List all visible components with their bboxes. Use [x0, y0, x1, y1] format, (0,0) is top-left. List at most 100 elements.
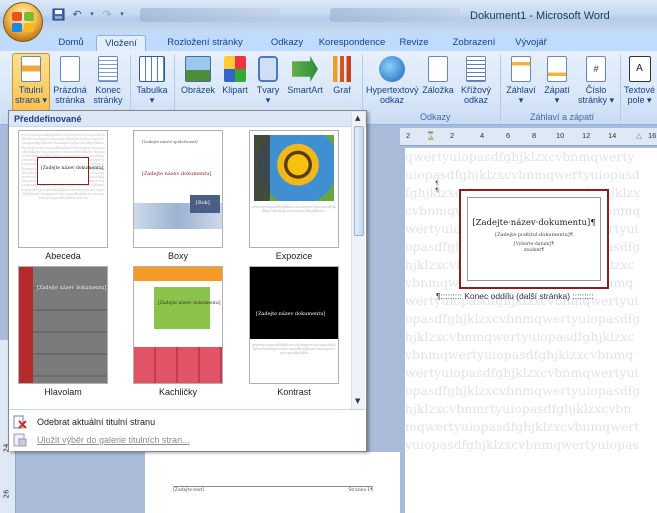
page-text-line: mqwertyuiopasdfghjklzxcvbnmqwert: [405, 419, 640, 434]
footer-button[interactable]: Zápatí ▾: [540, 53, 574, 105]
gallery-item-boxy[interactable]: [Zadejte název společnosti] [Zadejte náz…: [129, 130, 227, 261]
group-separator: [500, 55, 501, 121]
thumbnail-tiles: [134, 347, 222, 383]
table-button[interactable]: Tabulka ▾: [134, 53, 170, 105]
gallery-item-kachlicky[interactable]: [Zadejte název dokumentu] Kachličky: [129, 266, 227, 397]
gallery-item-abeceda[interactable]: qwertyuiopasdfghjklzxcvbnmqwertyuiopasdf…: [14, 130, 112, 261]
gallery-footer: Odebrat aktuální titulní stranu Uložit v…: [9, 409, 366, 451]
header-button[interactable]: Záhlaví ▾: [503, 53, 539, 105]
picture-label: Obrázek: [180, 85, 215, 95]
redo-icon[interactable]: ↷: [99, 6, 115, 22]
blank-page-label-2: stránka: [55, 95, 85, 105]
thumbnail-year: [Rok]: [196, 200, 210, 206]
bookmark-button[interactable]: Záložka: [420, 53, 456, 95]
footer-label-2: ▾: [554, 95, 560, 105]
clipart-label: Klipart: [222, 85, 248, 95]
office-logo-icon: [12, 12, 34, 32]
chart-icon: [331, 56, 353, 82]
tab-review[interactable]: Revize: [394, 35, 434, 51]
text-box-label-2: pole ▾: [627, 95, 652, 105]
page-number-button[interactable]: # Číslo stránky ▾: [576, 53, 616, 105]
thumbnail-title: [Zadejte název dokumentu]: [158, 301, 221, 306]
gallery-item-kontrast[interactable]: [Zadejte název dokumentu] qwertyuiopasdf…: [245, 266, 343, 397]
ruler-right-indent-icon[interactable]: △: [636, 131, 642, 140]
blank-page-button[interactable]: Prázdná stránka: [52, 53, 88, 105]
hyperlink-button[interactable]: Hypertextový odkaz: [366, 53, 419, 105]
thumbnail-title: [Zadejte název dokumentu]: [37, 285, 107, 291]
tab-insert[interactable]: Vložení: [96, 35, 146, 51]
undo-icon[interactable]: ↶: [69, 6, 85, 22]
undo-dropdown-icon[interactable]: ▾: [88, 6, 96, 22]
cross-reference-label-2: odkaz: [463, 95, 489, 105]
clipart-button[interactable]: Klipart: [219, 53, 251, 95]
page-text-line: opasdfghjklzxcvbnmqwertyuiopasdfg: [405, 383, 641, 398]
thumbnail-expozice: qwertyuiopasdfghjklzxcvbnmqwertyuiopasdf…: [249, 130, 339, 248]
cover-page-icon: [21, 56, 41, 82]
scroll-up-icon[interactable]: ▲: [355, 114, 360, 122]
save-to-gallery-item[interactable]: Uložit výběr do galerie titulních stran.…: [13, 431, 190, 449]
smartart-button[interactable]: SmartArt: [285, 53, 325, 95]
tab-mailings[interactable]: Korespondence: [314, 35, 390, 51]
cover-page-box[interactable]: [Zadejte·název·dokumentu]¶ [Zadejte·podt…: [459, 189, 609, 289]
page-number-label-2: stránky ▾: [577, 95, 615, 105]
office-button[interactable]: [3, 2, 43, 42]
text-box-button[interactable]: A Textové pole ▾: [622, 53, 657, 105]
save-icon[interactable]: [50, 6, 66, 22]
paragraph-mark: ¶ ¶: [435, 180, 439, 194]
ruler-mark: 16: [648, 131, 657, 140]
remove-cover-page-item[interactable]: Odebrat aktuální titulní stranu: [13, 413, 155, 431]
picture-button[interactable]: Obrázek: [178, 53, 218, 95]
gallery-item-hlavolam[interactable]: [Zadejte název dokumentu] Hlavolam: [14, 266, 112, 397]
blank-page-icon: [60, 56, 80, 82]
table-label-2: ▾: [149, 95, 155, 105]
shapes-button[interactable]: Tvary ▾: [253, 53, 283, 105]
cover-author[interactable]: student¶: [468, 248, 600, 254]
ruler-indent-icon[interactable]: ⌛: [426, 131, 435, 140]
vruler-mark: 26: [2, 489, 11, 499]
cross-reference-button[interactable]: Křížový odkaz: [458, 53, 494, 105]
tab-home[interactable]: Domů: [48, 35, 94, 51]
tab-references[interactable]: Odkazy: [262, 35, 312, 51]
text-box-icon: A: [628, 56, 651, 82]
thumbnail-side-band: [254, 135, 270, 201]
cover-page-label-2: strana ▾: [14, 95, 48, 105]
tab-view[interactable]: Zobrazení: [446, 35, 502, 51]
scroll-down-icon[interactable]: ▼: [355, 397, 360, 405]
group-separator: [620, 55, 621, 121]
save-to-gallery-label: Uložit výběr do galerie titulních stran.…: [37, 435, 190, 445]
scrollbar-thumb[interactable]: [354, 126, 364, 236]
gallery-caption: Kontrast: [277, 387, 311, 397]
table-label-1: Tabulka: [136, 85, 168, 95]
gallery-scrollbar[interactable]: ▲ ▼: [351, 112, 365, 409]
tab-page-layout[interactable]: Rozložení stránky: [150, 35, 260, 51]
thumbnail-boxy: [Zadejte název společnosti] [Zadejte náz…: [133, 130, 223, 248]
chart-button[interactable]: Graf: [327, 53, 357, 95]
shapes-label-1: Tvary: [256, 85, 280, 95]
remove-cover-page-label: Odebrat aktuální titulní stranu: [37, 417, 156, 427]
footer-icon: [547, 56, 567, 82]
document-page-lower[interactable]: [Zadejte·text] Stránka·1¶: [145, 452, 400, 513]
customize-qat-icon[interactable]: ▾: [118, 6, 126, 22]
thumbnail-filler-text: qwertyuiopasdfghjklzxcvbnmqwertyuiopasdf…: [252, 343, 336, 356]
blank-page-label-1: Prázdná: [53, 85, 87, 95]
cover-title-placeholder[interactable]: [Zadejte·název·dokumentu]¶: [468, 218, 600, 228]
horizontal-ruler[interactable]: 2 ⌛ 2 4 6 8 10 12 14 △ 16: [400, 128, 657, 146]
group-label-links: Odkazy: [420, 112, 451, 122]
page-break-button[interactable]: Konec stránky: [90, 53, 126, 105]
ruler-mark: 8: [532, 131, 537, 140]
quick-access-toolbar: ↶ ▾ ↷ ▾: [50, 6, 126, 22]
ruler-mark: 10: [556, 131, 565, 140]
cover-subtitle-placeholder[interactable]: [Zadejte·podtitul·dokumentu]¶: [468, 232, 600, 238]
smartart-label: SmartArt: [287, 85, 323, 95]
page-text-line: hjklzxcvbnmrtyuiopasdfghjklzxcvbn: [405, 401, 632, 416]
thumbnail-title-tile: [Zadejte název dokumentu]: [154, 287, 221, 329]
footer-right-text: Stránka·1¶: [348, 488, 373, 493]
bookmark-icon: [428, 56, 448, 82]
gallery-item-expozice[interactable]: qwertyuiopasdfghjklzxcvbnmqwertyuiopasdf…: [245, 130, 343, 261]
cover-page-button[interactable]: Titulní strana ▾: [12, 53, 50, 111]
chart-label: Graf: [333, 85, 351, 95]
thumbnail-filler-text: qwertyuiopasdfghjklzxcvbnmqwertyuiopasdf…: [21, 133, 105, 201]
page-text-line: vbnmqwertyuiopasdfghjklzxcvbnmq: [405, 347, 634, 362]
gallery-items: qwertyuiopasdfghjklzxcvbnmqwertyuiopasdf…: [9, 128, 351, 408]
tab-developer[interactable]: Vývojář: [508, 35, 554, 51]
